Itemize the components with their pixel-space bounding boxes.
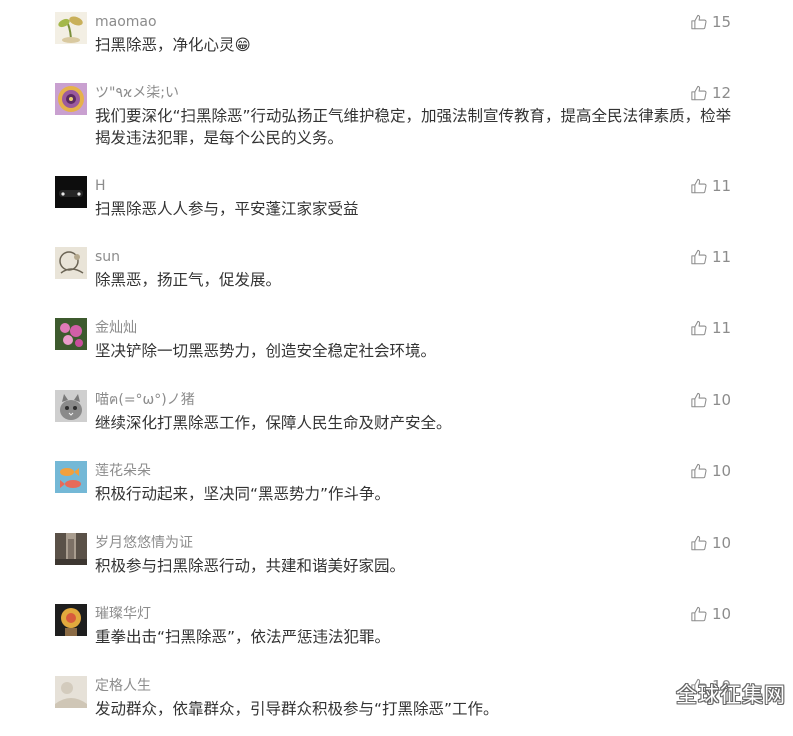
thumbs-up-icon <box>690 534 708 552</box>
fish-avatar[interactable] <box>55 461 87 493</box>
like-button[interactable]: 10 <box>690 604 731 624</box>
like-button[interactable]: 11 <box>690 247 731 267</box>
like-count: 11 <box>712 248 732 266</box>
sunflower-avatar[interactable] <box>55 83 87 115</box>
cat-avatar[interactable] <box>55 390 87 422</box>
sketch-avatar[interactable] <box>55 247 87 279</box>
like-button[interactable]: 15 <box>690 12 731 32</box>
comment-nickname[interactable]: 喵ฅ(=°ω°)ノ猪 <box>95 390 195 410</box>
thumbs-up-icon <box>690 462 708 480</box>
thumbs-up-icon <box>690 84 708 102</box>
like-count: 10 <box>712 534 732 552</box>
comment-text: 扫黑除恶人人参与，平安蓬江家家受益 <box>95 200 359 218</box>
like-count: 12 <box>712 84 732 102</box>
thumbs-up-icon <box>690 13 708 31</box>
dark-car-avatar[interactable] <box>55 176 87 208</box>
like-count: 11 <box>712 177 732 195</box>
alley-avatar[interactable] <box>55 533 87 565</box>
comment-text: 重拳出击“扫黑除恶”，依法严惩违法犯罪。 <box>95 628 391 646</box>
like-button[interactable]: 10 <box>690 461 731 481</box>
comment-text: 我们要深化“扫黑除恶”行动弘扬正气维护稳定，加强法制宣传教育，提高全民法律素质，… <box>95 107 732 147</box>
thumbs-up-icon <box>690 391 708 409</box>
like-button[interactable]: 10 <box>690 390 731 410</box>
pale-avatar[interactable] <box>55 676 87 708</box>
like-button[interactable]: 11 <box>690 176 731 196</box>
comment-nickname[interactable]: maomao <box>95 12 157 32</box>
thumbs-up-icon <box>690 177 708 195</box>
like-count: 15 <box>712 13 732 31</box>
like-count: 10 <box>712 462 732 480</box>
comment-text: 积极参与扫黑除恶行动，共建和谐美好家园。 <box>95 557 406 575</box>
comment-nickname[interactable]: 莲花朵朵 <box>95 461 151 481</box>
comment-nickname[interactable]: sun <box>95 247 120 267</box>
pink-flower-avatar[interactable] <box>55 318 87 350</box>
comment-text: 发动群众，依靠群众，引导群众积极参与“打黑除恶”工作。 <box>95 700 499 718</box>
comment-text: 除黑恶，扬正气，促发展。 <box>95 271 282 289</box>
comment-text: 扫黑除恶，净化心灵😁 <box>95 36 251 54</box>
comment-nickname[interactable]: ツ"٩ϰメ柒;い <box>95 83 179 103</box>
thumbs-up-icon <box>690 319 708 337</box>
like-count: 10 <box>712 391 732 409</box>
sprout-avatar[interactable] <box>55 12 87 44</box>
comment-text: 继续深化打黑除恶工作，保障人民生命及财产安全。 <box>95 414 452 432</box>
comment-text: 积极行动起来，坚决同“黑恶势力”作斗争。 <box>95 485 391 503</box>
comment-text: 坚决铲除一切黑恶势力，创造安全稳定社会环境。 <box>95 342 437 360</box>
like-count: 11 <box>712 319 732 337</box>
like-count: 10 <box>712 605 732 623</box>
comment-nickname[interactable]: 金灿灿 <box>95 318 137 338</box>
like-button[interactable]: 12 <box>690 83 731 103</box>
comment-nickname[interactable]: 璀璨华灯 <box>95 604 151 624</box>
comment-nickname[interactable]: H <box>95 176 106 196</box>
flower-pot-avatar[interactable] <box>55 604 87 636</box>
thumbs-up-icon <box>690 248 708 266</box>
watermark: 全球征集网 <box>676 683 786 707</box>
comment-nickname[interactable]: 岁月悠悠情为证 <box>95 533 193 553</box>
thumbs-up-icon <box>690 605 708 623</box>
like-button[interactable]: 11 <box>690 318 731 338</box>
like-button[interactable]: 10 <box>690 533 731 553</box>
comment-nickname[interactable]: 定格人生 <box>95 676 151 696</box>
